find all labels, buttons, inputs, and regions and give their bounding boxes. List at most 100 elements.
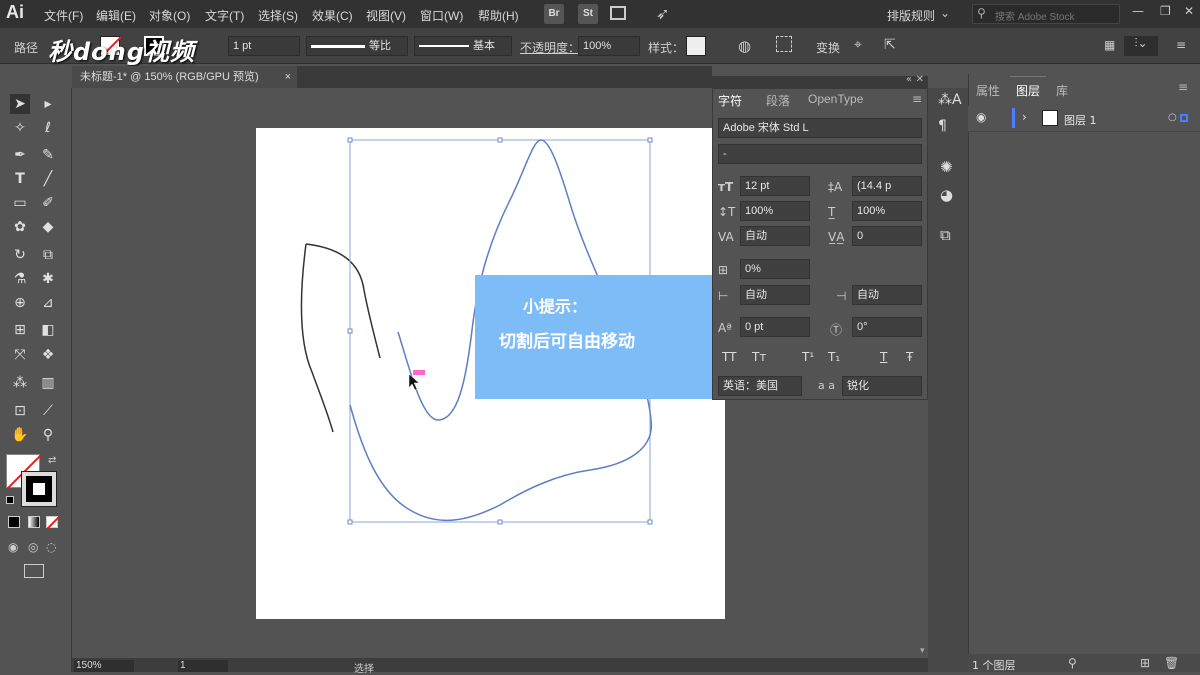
menu-window[interactable]: 窗口(W): [420, 7, 463, 24]
document-tab[interactable]: 未标题-1* @ 150% (RGB/GPU 预览) ×: [72, 66, 297, 88]
blend-tool-icon[interactable]: ❖: [38, 345, 58, 365]
panel-menu-icon[interactable]: ≡: [912, 92, 922, 106]
underline-button[interactable]: T: [880, 350, 887, 364]
close-window-icon[interactable]: ✕: [1184, 4, 1194, 18]
close-panel-icon[interactable]: ✕: [916, 74, 924, 85]
scroll-down-icon[interactable]: ▾: [920, 646, 925, 656]
workspace-switcher[interactable]: 排版规则: [887, 7, 935, 24]
character-panel-icon[interactable]: ⁂A: [938, 92, 962, 108]
tab-paragraph[interactable]: 段落: [766, 92, 790, 109]
kerning-field[interactable]: 自动: [740, 226, 810, 246]
tab-properties[interactable]: 属性: [976, 82, 1000, 99]
stroke-weight-field[interactable]: 1 pt: [228, 36, 300, 56]
zoom-field[interactable]: 150%: [74, 660, 134, 672]
layer-name[interactable]: 图层 1: [1064, 112, 1097, 128]
menu-file[interactable]: 文件(F): [44, 7, 83, 24]
type-tool-icon[interactable]: T: [10, 169, 30, 189]
target-icon[interactable]: ○: [1168, 112, 1177, 123]
rectangle-tool-icon[interactable]: ▭: [10, 193, 30, 213]
draw-behind-icon[interactable]: ◎: [28, 540, 38, 554]
eyedropper-icon[interactable]: ⤧: [10, 345, 30, 365]
selected-art-indicator[interactable]: [1180, 114, 1188, 122]
horizontal-scale-field[interactable]: 100%: [852, 201, 922, 221]
menu-object[interactable]: 对象(O): [149, 7, 190, 24]
selection-tool-icon[interactable]: ➤: [10, 94, 30, 114]
rotate-tool-icon[interactable]: ↻: [10, 245, 30, 265]
screen-mode-icon[interactable]: [24, 564, 44, 578]
baseline-shift-field[interactable]: 0 pt: [740, 317, 810, 337]
lasso-icon[interactable]: ℓ: [38, 118, 58, 138]
font-family-select[interactable]: Adobe 宋体 Std L: [718, 118, 922, 138]
knife-tool-icon[interactable]: ⟋: [38, 401, 58, 421]
minimize-icon[interactable]: —: [1132, 4, 1144, 18]
align-icon[interactable]: [776, 36, 792, 52]
menu-help[interactable]: 帮助(H): [478, 7, 519, 24]
panel-titlebar[interactable]: «✕: [712, 74, 928, 88]
swap-colors-icon[interactable]: ⇄: [48, 455, 56, 466]
restore-icon[interactable]: ❐: [1160, 4, 1171, 18]
artboard-number-field[interactable]: 1: [178, 660, 228, 672]
mesh-tool-icon[interactable]: ⊞: [10, 320, 30, 340]
artboard-tool-icon[interactable]: ⊡: [10, 401, 30, 421]
locate-object-icon[interactable]: ⚲: [1068, 656, 1077, 670]
tab-layers[interactable]: 图层: [1016, 82, 1040, 99]
subscript-button[interactable]: T₁: [828, 350, 840, 364]
symbol-sprayer-icon[interactable]: ⁂: [10, 373, 30, 393]
select-similar-icon[interactable]: ⇱: [884, 37, 896, 53]
paintbrush-icon[interactable]: ✐: [38, 193, 58, 213]
panel-grid-icon[interactable]: ▦: [1104, 38, 1115, 52]
chevron-down-icon[interactable]: ⌄: [940, 6, 950, 20]
line-tool-icon[interactable]: ╱: [38, 169, 58, 189]
font-size-field[interactable]: 12 pt: [740, 176, 810, 196]
visibility-eye-icon[interactable]: ◉: [976, 110, 986, 124]
isolate-icon[interactable]: ⌖: [854, 37, 862, 53]
paragraph-styles-icon[interactable]: ¶: [938, 118, 947, 134]
none-mode-icon[interactable]: [46, 516, 59, 529]
shape-builder-icon[interactable]: ⊕: [10, 293, 30, 313]
hand-tool-icon[interactable]: ✋: [10, 425, 30, 445]
width-tool-icon[interactable]: ⚗: [10, 269, 30, 289]
graphic-style-swatch[interactable]: [686, 36, 706, 56]
strikethrough-button[interactable]: Ŧ: [906, 350, 913, 364]
font-style-select[interactable]: -: [718, 144, 922, 164]
gpu-performance-icon[interactable]: ➶: [656, 4, 669, 23]
shaper-tool-icon[interactable]: ✿: [10, 217, 30, 237]
stock-search-input[interactable]: ⚲ 搜索 Adobe Stock: [972, 4, 1120, 24]
character-rotation-field[interactable]: 0°: [852, 317, 922, 337]
vertical-scale-field[interactable]: 100%: [740, 201, 810, 221]
variable-width-profile[interactable]: 等比: [306, 36, 408, 56]
artboards-icon[interactable]: ⧉: [940, 226, 951, 244]
menu-select[interactable]: 选择(S): [258, 7, 298, 24]
transparency-icon[interactable]: ◕: [940, 186, 953, 204]
superscript-button[interactable]: T¹: [802, 350, 814, 364]
stock-button[interactable]: St: [578, 4, 598, 24]
opacity-field[interactable]: 100%: [578, 36, 640, 56]
new-layer-icon[interactable]: ⊞: [1140, 656, 1150, 670]
collapse-icon[interactable]: «: [906, 74, 912, 85]
pen-tool-icon[interactable]: ✒: [10, 145, 30, 165]
draw-normal-icon[interactable]: ◉: [8, 540, 18, 554]
eraser-icon[interactable]: ◆: [38, 217, 58, 237]
menu-view[interactable]: 视图(V): [366, 7, 406, 24]
color-mode-icon[interactable]: [8, 516, 20, 528]
menu-type[interactable]: 文字(T): [205, 7, 244, 24]
tab-libraries[interactable]: 库: [1056, 82, 1068, 99]
menu-edit[interactable]: 编辑(E): [96, 7, 136, 24]
graph-tool-icon[interactable]: ▥: [38, 373, 58, 393]
direct-selection-tool-icon[interactable]: ▸: [38, 94, 58, 114]
bridge-button[interactable]: Br: [544, 4, 564, 24]
tab-character[interactable]: 字符: [718, 92, 742, 109]
leading-field[interactable]: (14.4 p: [852, 176, 922, 196]
layers-menu-icon[interactable]: ≡: [1178, 80, 1188, 94]
small-caps-button[interactable]: Tт: [752, 350, 766, 364]
brush-definition[interactable]: 基本: [414, 36, 512, 56]
zoom-tool-icon[interactable]: ⚲: [38, 425, 58, 445]
opacity-label[interactable]: 不透明度：: [520, 39, 580, 56]
puppet-warp-icon[interactable]: ✱: [38, 269, 58, 289]
hamburger-icon[interactable]: ≡: [1176, 38, 1186, 52]
expand-layer-icon[interactable]: ›: [1022, 110, 1027, 124]
anti-aliasing-select[interactable]: 锐化: [842, 376, 922, 396]
tab-opentype[interactable]: OpenType: [808, 92, 863, 106]
gradient-mode-icon[interactable]: [28, 516, 40, 528]
stroke-color-box[interactable]: [21, 471, 57, 507]
